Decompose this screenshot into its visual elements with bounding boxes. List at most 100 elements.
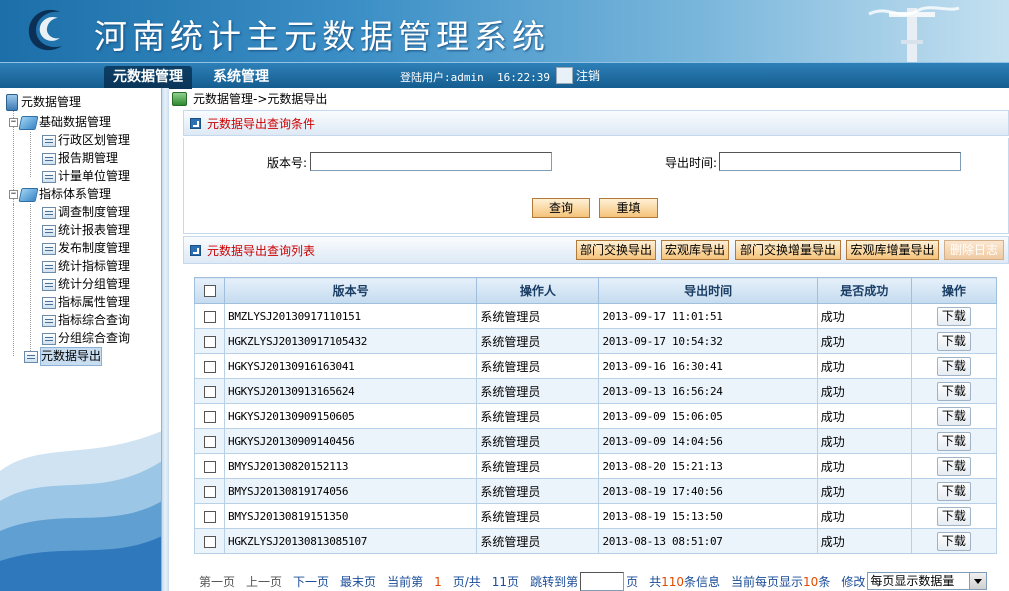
list-panel-title: 元数据导出查询列表	[207, 243, 316, 258]
row-checkbox[interactable]	[203, 435, 216, 448]
first-page-link[interactable]: 第一页	[199, 573, 235, 590]
row-checkbox[interactable]	[203, 535, 216, 548]
row-checkbox[interactable]	[203, 335, 216, 348]
sidebar-item-group-query[interactable]: 分组综合查询	[42, 330, 130, 347]
sidebar-item-grouping[interactable]: 统计分组管理	[42, 276, 130, 293]
cell-export-time: 2013-09-09 15:06:05	[598, 403, 818, 429]
version-input[interactable]	[310, 152, 552, 171]
dept-exchange-export-button[interactable]: 部门交换导出	[576, 240, 656, 260]
tree-root[interactable]: 元数据管理	[6, 94, 81, 111]
table-row[interactable]: BMYSJ20130820152113 系统管理员 2013-08-20 15:21…	[193, 453, 998, 479]
table-row[interactable]: HGKYSJ20130913165624 系统管理员 2013-09-13 16:5…	[193, 378, 998, 404]
sidebar-item-indicator-query[interactable]: 指标综合查询	[42, 312, 130, 329]
cell-export-time: 2013-08-20 15:21:13	[598, 453, 818, 479]
query-button[interactable]: 查询	[532, 198, 590, 218]
cell-operator: 系统管理员	[476, 328, 600, 354]
top-nav: 元数据管理 系统管理 登陆用户:admin 16:22:39 注销	[0, 62, 1009, 89]
query-panel-title: 元数据导出查询条件	[207, 116, 316, 131]
prev-page-link[interactable]: 上一页	[246, 573, 282, 590]
cell-version: HGKZLYSJ20130917105432	[224, 328, 478, 354]
download-button[interactable]: 下载	[936, 306, 971, 326]
breadcrumb-text: 元数据管理->元数据导出	[193, 92, 328, 106]
export-time-label: 导出时间:	[665, 156, 718, 170]
goto-page-input[interactable]	[580, 571, 625, 591]
row-checkbox[interactable]	[203, 510, 216, 523]
dept-exchange-incremental-export-button[interactable]: 部门交换增量导出	[735, 240, 841, 260]
tab-system-management[interactable]: 系统管理	[206, 66, 276, 89]
download-button[interactable]: 下载	[936, 406, 971, 426]
column-header-export-time[interactable]: 导出时间	[598, 277, 818, 304]
row-checkbox[interactable]	[203, 485, 216, 498]
row-checkbox[interactable]	[203, 460, 216, 473]
download-button[interactable]: 下载	[936, 356, 971, 376]
logo-icon	[28, 9, 63, 51]
select-all-checkbox[interactable]	[203, 285, 216, 297]
cell-operator: 系统管理员	[476, 303, 600, 329]
download-button[interactable]: 下载	[936, 506, 971, 526]
collapse-icon[interactable]: −	[9, 190, 18, 199]
goto-suffix: 页	[626, 574, 639, 589]
cell-success: 成功	[816, 378, 912, 404]
sidebar-item-period[interactable]: 报告期管理	[42, 150, 118, 167]
row-checkbox[interactable]	[203, 410, 216, 423]
download-button[interactable]: 下载	[936, 381, 971, 401]
cell-operator: 系统管理员	[476, 353, 600, 379]
cell-version: HGKYSJ20130916163041	[224, 353, 478, 379]
table-row[interactable]: HGKYSJ20130909140456 系统管理员 2013-09-09 14:0…	[193, 428, 998, 454]
logout-button[interactable]: 注销	[556, 66, 600, 84]
sidebar-item-survey-system[interactable]: 调查制度管理	[42, 204, 130, 221]
download-button[interactable]: 下载	[936, 456, 971, 476]
row-checkbox[interactable]	[203, 360, 216, 373]
sidebar-item-export[interactable]: 元数据导出	[24, 347, 103, 366]
cell-export-time: 2013-09-17 11:01:51	[598, 303, 818, 329]
table-row[interactable]: HGKYSJ20130909150605 系统管理员 2013-09-09 15:0…	[193, 403, 998, 429]
export-list-table: 版本号 操作人 导出时间 是否成功 操作 BMZLYSJ201309171101…	[193, 277, 998, 554]
column-header-operator[interactable]: 操作人	[476, 277, 600, 304]
row-checkbox[interactable]	[203, 385, 216, 398]
download-button[interactable]: 下载	[936, 481, 971, 501]
cell-version: HGKYSJ20130909140456	[224, 428, 478, 454]
sidebar-item-unit[interactable]: 计量单位管理	[42, 168, 130, 185]
table-row[interactable]: HGKYSJ20130916163041 系统管理员 2013-09-16 16:3…	[193, 353, 998, 379]
tab-metadata-management[interactable]: 元数据管理	[104, 66, 192, 89]
last-page-link[interactable]: 最末页	[340, 573, 376, 590]
download-button[interactable]: 下载	[936, 531, 971, 551]
collapse-arrow-icon[interactable]	[190, 117, 201, 129]
sidebar-item-attribute[interactable]: 指标属性管理	[42, 294, 130, 311]
next-page-link[interactable]: 下一页	[293, 573, 329, 590]
query-form: 版本号: 导出时间: 查询 重填	[183, 138, 1009, 234]
table-row[interactable]: HGKZLYSJ20130813085107 系统管理员 2013-08-13 08…	[193, 528, 998, 554]
collapse-arrow-icon[interactable]	[190, 244, 201, 256]
sidebar-item-indicator[interactable]: 统计指标管理	[42, 258, 130, 275]
download-button[interactable]: 下载	[936, 331, 971, 351]
cell-action: 下载	[910, 528, 998, 554]
table-icon	[24, 350, 38, 363]
cell-action: 下载	[910, 378, 998, 404]
collapse-icon[interactable]: −	[9, 118, 18, 127]
export-time-input[interactable]	[719, 152, 961, 171]
per-page-select[interactable]: 每页显示数据量	[867, 572, 988, 590]
tree-group-basic-data[interactable]: − 基础数据管理	[9, 114, 111, 131]
total-count-info: 共110条信息	[649, 574, 721, 589]
table-row[interactable]: HGKZLYSJ20130917105432 系统管理员 2013-09-17 10…	[193, 328, 998, 354]
table-row[interactable]: BMYSJ20130819151350 系统管理员 2013-08-19 15:13…	[193, 503, 998, 529]
book-icon	[18, 115, 39, 130]
table-row[interactable]: BMZLYSJ20130917110151 系统管理员 2013-09-17 11:…	[193, 303, 998, 329]
reset-button[interactable]: 重填	[599, 198, 658, 218]
tree-group-indicator-system[interactable]: − 指标体系管理	[9, 186, 111, 203]
table-row[interactable]: BMYSJ20130819174056 系统管理员 2013-08-19 17:40…	[193, 478, 998, 504]
sidebar-item-region[interactable]: 行政区划管理	[42, 132, 130, 149]
column-header-success[interactable]: 是否成功	[816, 277, 912, 304]
sidebar-splitter[interactable]	[162, 88, 169, 591]
monument-decoration-icon	[868, 6, 960, 62]
macro-db-export-button[interactable]: 宏观库导出	[661, 240, 729, 260]
cell-export-time: 2013-09-16 16:30:41	[598, 353, 818, 379]
pagination: 第一页 上一页 下一页 最末页 当前第 1 页/共 11页 跳转到第 页 共110条信…	[199, 571, 998, 591]
chevron-down-icon	[974, 579, 983, 584]
column-header-version[interactable]: 版本号	[224, 277, 478, 304]
row-checkbox[interactable]	[203, 310, 216, 323]
download-button[interactable]: 下载	[936, 431, 971, 451]
sidebar-item-publish[interactable]: 发布制度管理	[42, 240, 130, 257]
macro-db-incremental-export-button[interactable]: 宏观库增量导出	[846, 240, 939, 260]
sidebar-item-report[interactable]: 统计报表管理	[42, 222, 130, 239]
